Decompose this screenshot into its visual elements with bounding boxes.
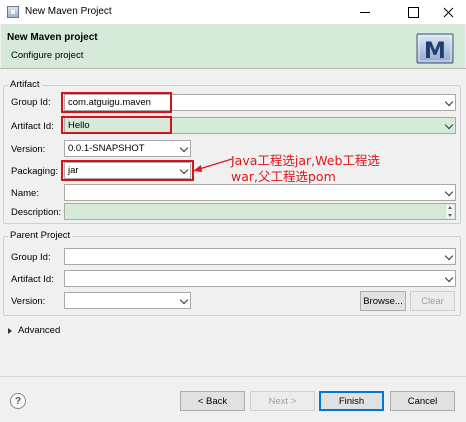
svg-text:M: M (424, 39, 446, 64)
wizard-title: New Maven project (7, 32, 98, 43)
window-title: New Maven Project (25, 6, 112, 17)
parent-version-label: Version: (11, 296, 46, 307)
parent-artifact-id-combo[interactable] (64, 270, 456, 287)
version-combo[interactable]: 0.0.1-SNAPSHOT (64, 140, 191, 157)
version-label: Version: (11, 144, 46, 155)
footer-divider (0, 376, 466, 377)
name-label: Name: (11, 188, 39, 199)
description-textarea[interactable] (64, 203, 456, 220)
maximize-button[interactable] (395, 0, 431, 24)
maven-logo-icon: M (416, 33, 454, 64)
packaging-annotation: Java工程选jar,Web工程选 war,父工程选pom (231, 153, 416, 185)
chevron-down-icon[interactable] (179, 143, 189, 153)
description-label: Description: (11, 207, 62, 218)
parent-version-combo[interactable] (64, 292, 191, 309)
parent-group-id-combo[interactable] (64, 248, 456, 265)
close-icon (443, 7, 453, 17)
annotation-line-1: Java工程选jar,Web工程选 (231, 153, 380, 168)
browse-button[interactable]: Browse... (360, 291, 406, 311)
close-button[interactable] (430, 0, 466, 24)
chevron-down-icon[interactable] (444, 187, 454, 197)
annotation-line-2: war,父工程选pom (231, 169, 336, 184)
advanced-label: Advanced (18, 325, 61, 336)
annotation-arrow (193, 158, 233, 172)
version-value: 0.0.1-SNAPSHOT (68, 143, 145, 154)
artifact-group-label: Artifact (8, 79, 42, 90)
artifact-id-highlight (61, 116, 172, 134)
advanced-section-toggle[interactable]: Advanced (8, 325, 60, 336)
finish-button[interactable]: Finish (319, 391, 384, 411)
title-bar: New Maven Project (0, 0, 466, 24)
header-divider (0, 68, 466, 69)
packaging-highlight (61, 160, 194, 181)
window-icon (7, 6, 19, 18)
chevron-down-icon[interactable] (444, 273, 454, 283)
parent-project-group-label: Parent Project (8, 230, 73, 241)
chevron-down-icon[interactable] (444, 251, 454, 261)
description-scrollbar[interactable] (445, 205, 454, 218)
minimize-button[interactable] (347, 0, 383, 24)
clear-button[interactable]: Clear (410, 291, 455, 311)
wizard-subtitle: Configure project (11, 50, 84, 61)
back-button[interactable]: < Back (180, 391, 245, 411)
group-id-label: Group Id: (11, 97, 51, 108)
help-icon[interactable]: ? (10, 393, 26, 409)
next-button[interactable]: Next > (250, 391, 315, 411)
chevron-down-icon[interactable] (444, 97, 454, 107)
parent-group-id-label: Group Id: (11, 252, 51, 263)
cancel-button[interactable]: Cancel (390, 391, 455, 411)
packaging-label: Packaging: (11, 166, 59, 177)
group-id-highlight (61, 92, 172, 113)
triangle-right-icon (8, 327, 12, 334)
artifact-id-label: Artifact Id: (11, 121, 54, 132)
chevron-down-icon[interactable] (444, 120, 454, 130)
chevron-down-icon[interactable] (179, 295, 189, 305)
parent-artifact-id-label: Artifact Id: (11, 274, 54, 285)
wizard-header: New Maven project Configure project M (1, 24, 465, 68)
name-combo[interactable] (64, 184, 456, 201)
